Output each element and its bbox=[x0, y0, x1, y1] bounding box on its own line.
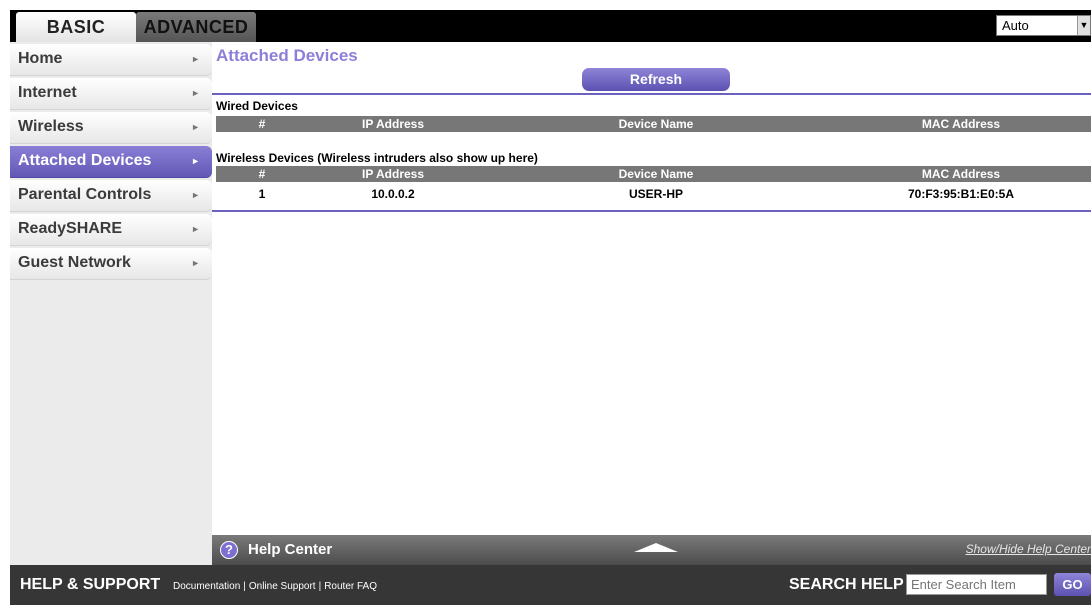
sidebar: Home ► Internet ► Wireless ► Attached De… bbox=[10, 42, 212, 565]
column-header-ip-address: IP Address bbox=[361, 117, 425, 131]
wireless-devices-title: Wireless Devices (Wireless intruders als… bbox=[216, 151, 538, 165]
tab-basic[interactable]: BASIC bbox=[16, 12, 136, 42]
show-hide-help-center-link[interactable]: Show/Hide Help Center bbox=[966, 542, 1091, 556]
go-button[interactable]: GO bbox=[1054, 573, 1091, 596]
tab-advanced[interactable]: ADVANCED bbox=[136, 12, 256, 42]
sidebar-item-label: ReadySHARE bbox=[18, 220, 123, 237]
page-title: Attached Devices bbox=[216, 46, 358, 65]
column-header-device-name: Device Name bbox=[618, 167, 694, 181]
top-border bbox=[0, 0, 1091, 10]
sidebar-item-label: Internet bbox=[18, 84, 77, 101]
online-support-link[interactable]: Online Support bbox=[249, 581, 316, 592]
search-help-label: SEARCH HELP bbox=[789, 576, 904, 593]
sidebar-item-internet[interactable]: Internet ► bbox=[10, 78, 212, 110]
triangle-up-icon[interactable] bbox=[634, 543, 678, 552]
table-row: 1 10.0.0.2 USER-HP 70:F3:95:B1:E0:5A bbox=[216, 186, 1091, 202]
sidebar-item-attached-devices[interactable]: Attached Devices ► bbox=[10, 146, 212, 178]
chevron-right-icon: ► bbox=[191, 122, 200, 132]
main-content: Attached Devices Refresh Wired Devices #… bbox=[212, 42, 1091, 535]
device-number: 1 bbox=[258, 187, 266, 201]
help-center-title: Help Center bbox=[248, 541, 333, 558]
top-tab-bar: BASIC ADVANCED Auto ▼ bbox=[10, 10, 1091, 42]
divider bbox=[212, 210, 1091, 212]
divider bbox=[212, 93, 1091, 95]
footer: HELP & SUPPORT Documentation | Online Supp… bbox=[10, 565, 1091, 605]
sidebar-item-parental-controls[interactable]: Parental Controls ► bbox=[10, 180, 212, 212]
refresh-button[interactable]: Refresh bbox=[582, 68, 730, 91]
help-support-title: HELP & SUPPORT bbox=[20, 576, 161, 593]
link-separator: | bbox=[243, 581, 246, 592]
footer-links: Documentation | Online Support | Router FAQ bbox=[173, 581, 377, 592]
router-faq-link[interactable]: Router FAQ bbox=[324, 581, 377, 592]
chevron-down-icon[interactable]: ▼ bbox=[1077, 16, 1090, 35]
chevron-right-icon: ► bbox=[191, 156, 200, 166]
chevron-right-icon: ► bbox=[191, 54, 200, 64]
language-select[interactable]: Auto ▼ bbox=[996, 15, 1091, 36]
column-header-number: # bbox=[258, 167, 266, 181]
column-header-mac-address: MAC Address bbox=[921, 167, 1001, 181]
sidebar-item-label: Wireless bbox=[18, 118, 84, 135]
sidebar-item-wireless[interactable]: Wireless ► bbox=[10, 112, 212, 144]
chevron-right-icon: ► bbox=[191, 224, 200, 234]
column-header-number: # bbox=[258, 117, 266, 131]
sidebar-item-label: Parental Controls bbox=[18, 186, 152, 203]
help-center-bar: ? Help Center Show/Hide Help Center bbox=[212, 535, 1091, 565]
link-separator: | bbox=[318, 581, 322, 592]
device-name: USER-HP bbox=[628, 187, 683, 201]
device-mac-address: 70:F3:95:B1:E0:5A bbox=[907, 187, 1015, 201]
wireless-table-header: # IP Address Device Name MAC Address bbox=[216, 166, 1091, 182]
router-admin-window: BASIC ADVANCED Auto ▼ Home ► Internet ► … bbox=[0, 0, 1091, 605]
column-header-device-name: Device Name bbox=[618, 117, 694, 131]
sidebar-item-label: Attached Devices bbox=[18, 152, 152, 169]
documentation-link[interactable]: Documentation bbox=[173, 581, 240, 592]
sidebar-item-label: Home bbox=[18, 50, 63, 67]
question-icon[interactable]: ? bbox=[220, 541, 238, 559]
wired-table-header: # IP Address Device Name MAC Address bbox=[216, 116, 1091, 132]
left-border bbox=[0, 10, 10, 605]
sidebar-item-home[interactable]: Home ► bbox=[10, 44, 212, 76]
language-select-value: Auto bbox=[1002, 18, 1029, 33]
chevron-right-icon: ► bbox=[191, 190, 200, 200]
sidebar-item-readyshare[interactable]: ReadySHARE ► bbox=[10, 214, 212, 246]
wired-devices-title: Wired Devices bbox=[216, 99, 298, 113]
column-header-mac-address: MAC Address bbox=[921, 117, 1001, 131]
chevron-right-icon: ► bbox=[191, 88, 200, 98]
column-header-ip-address: IP Address bbox=[361, 167, 425, 181]
sidebar-item-label: Guest Network bbox=[18, 254, 131, 271]
device-ip-address: 10.0.0.2 bbox=[371, 187, 415, 201]
search-input[interactable] bbox=[906, 574, 1047, 595]
sidebar-item-guest-network[interactable]: Guest Network ► bbox=[10, 248, 212, 280]
chevron-right-icon: ► bbox=[191, 258, 200, 268]
